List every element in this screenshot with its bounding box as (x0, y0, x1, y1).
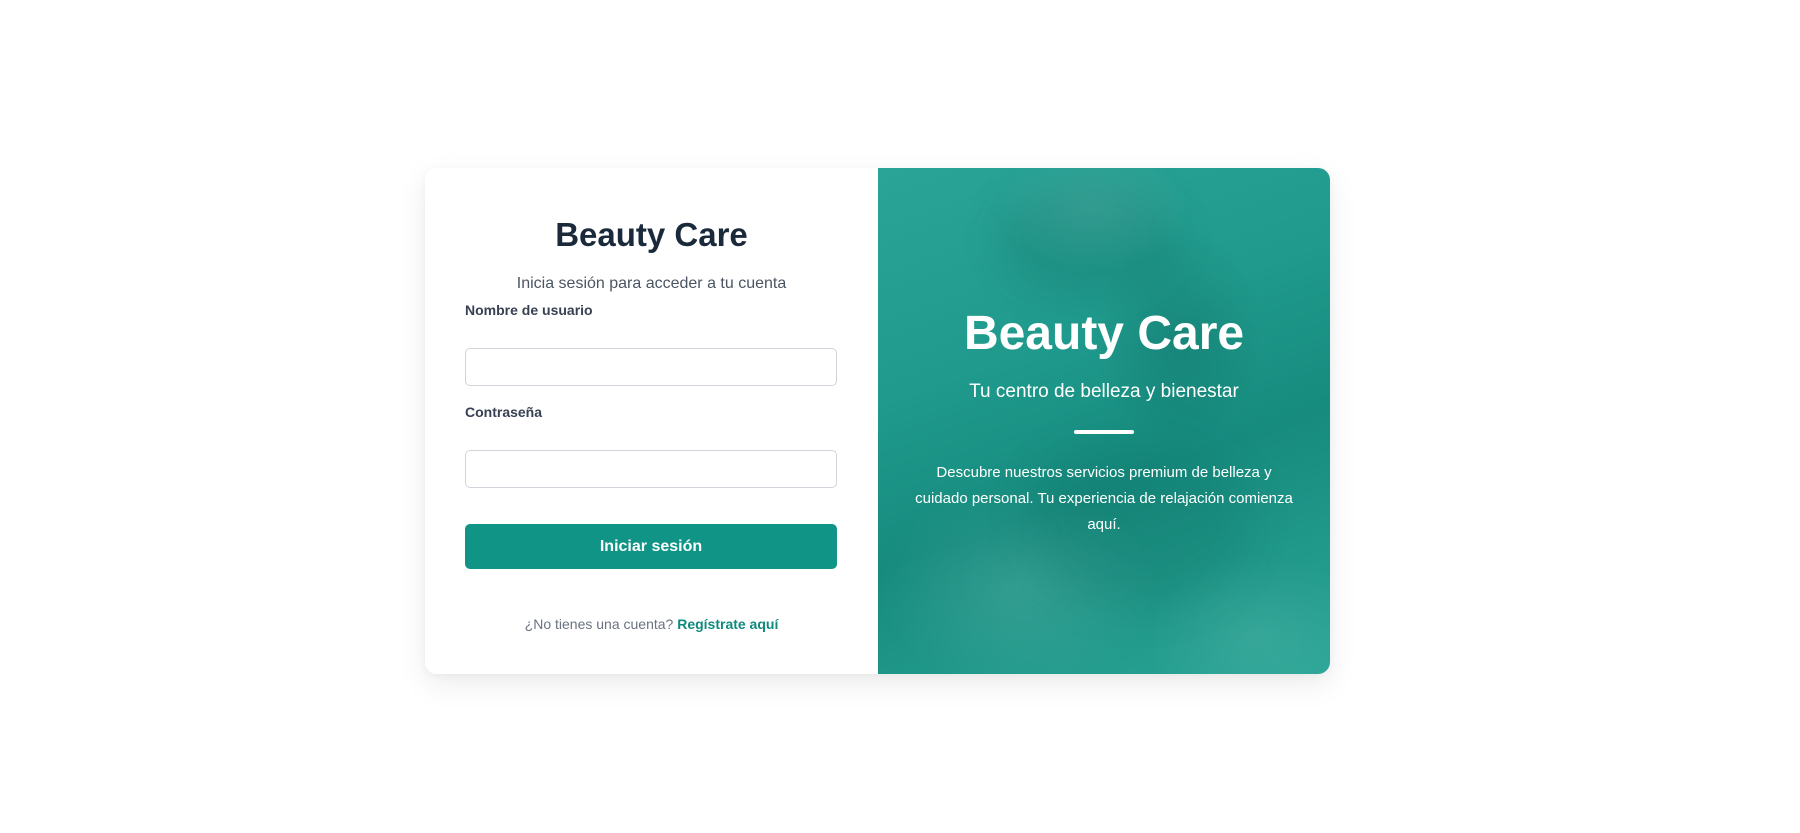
login-subtitle: Inicia sesión para acceder a tu cuenta (516, 275, 787, 292)
username-input[interactable] (465, 348, 837, 386)
login-card: Beauty Care Inicia sesión para acceder a… (425, 168, 1330, 674)
login-title: Beauty Care (555, 216, 748, 253)
username-label: Nombre de usuario (465, 302, 593, 318)
register-prompt-text: ¿No tienes una cuenta? (524, 616, 674, 632)
hero-background-image (998, 178, 1178, 298)
register-prompt: ¿No tienes una cuenta? Regístrate aquí (425, 616, 878, 632)
register-link[interactable]: Regístrate aquí (677, 616, 778, 632)
hero-description: Descubre nuestros servicios premium de b… (915, 464, 1293, 533)
hero-title: Beauty Care (963, 307, 1245, 360)
password-label: Contraseña (465, 404, 543, 420)
hero-panel: Beauty Care Tu centro de belleza y biene… (878, 168, 1330, 674)
login-button[interactable]: Iniciar sesión (465, 524, 837, 569)
password-input[interactable] (465, 450, 837, 488)
hero-divider (1074, 430, 1134, 434)
hero-tagline: Tu centro de belleza y bienestar (969, 381, 1239, 402)
login-form-panel: Beauty Care Inicia sesión para acceder a… (425, 168, 878, 674)
